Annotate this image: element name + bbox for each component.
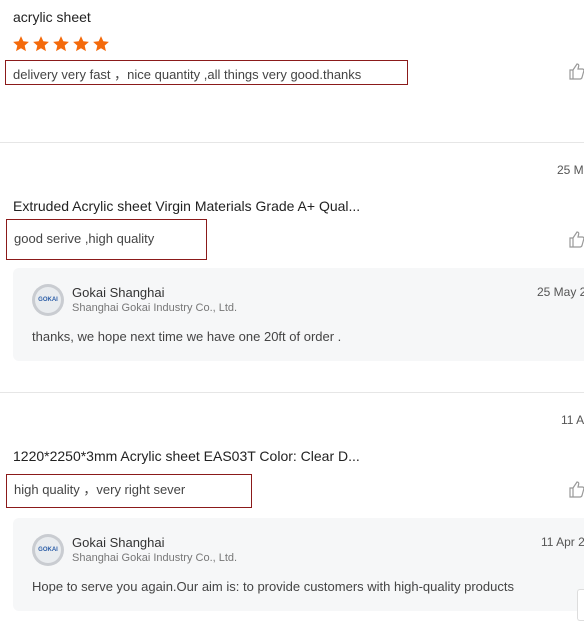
star-icon [93,36,109,52]
divider [0,392,584,393]
seller-reply: GOKAI Gokai Shanghai Shanghai Gokai Indu… [13,518,584,611]
company-logo: GOKAI [38,547,58,553]
thumbs-up-icon[interactable] [568,480,584,498]
star-icon [73,36,89,52]
seller-company: Shanghai Gokai Industry Co., Ltd. [72,552,238,564]
star-rating [12,35,110,53]
divider [0,142,584,143]
reply-date: 11 Apr 2 [541,535,584,549]
thumbs-up-icon[interactable] [568,62,584,80]
review-comment: good serive ,high quality [6,219,207,260]
product-title[interactable]: 1220*2250*3mm Acrylic sheet EAS03T Color… [13,448,360,464]
product-title[interactable]: acrylic sheet [13,9,91,25]
seller-name: Gokai Shanghai [72,535,165,550]
floating-widget-edge[interactable] [577,589,584,621]
avatar: GOKAI [32,284,64,316]
reply-date: 25 May 2 [537,285,584,299]
star-icon [53,36,69,52]
review-date: 25 M [557,163,584,177]
star-icon [33,36,49,52]
avatar: GOKAI [32,534,64,566]
review-date: 11 A [561,413,584,427]
seller-reply: GOKAI Gokai Shanghai Shanghai Gokai Indu… [13,268,584,361]
seller-company: Shanghai Gokai Industry Co., Ltd. [72,302,238,314]
review-comment: high quality ，very right sever [6,474,252,508]
thumbs-up-icon[interactable] [568,230,584,248]
star-icon [13,36,29,52]
product-title[interactable]: Extruded Acrylic sheet Virgin Materials … [13,198,360,214]
reply-text: Hope to serve you again.Our aim is: to p… [32,579,514,594]
seller-name: Gokai Shanghai [72,285,165,300]
reply-text: thanks, we hope next time we have one 20… [32,329,342,344]
company-logo: GOKAI [38,297,58,303]
review-comment: delivery very fast ，nice quantity ,all t… [5,60,408,85]
